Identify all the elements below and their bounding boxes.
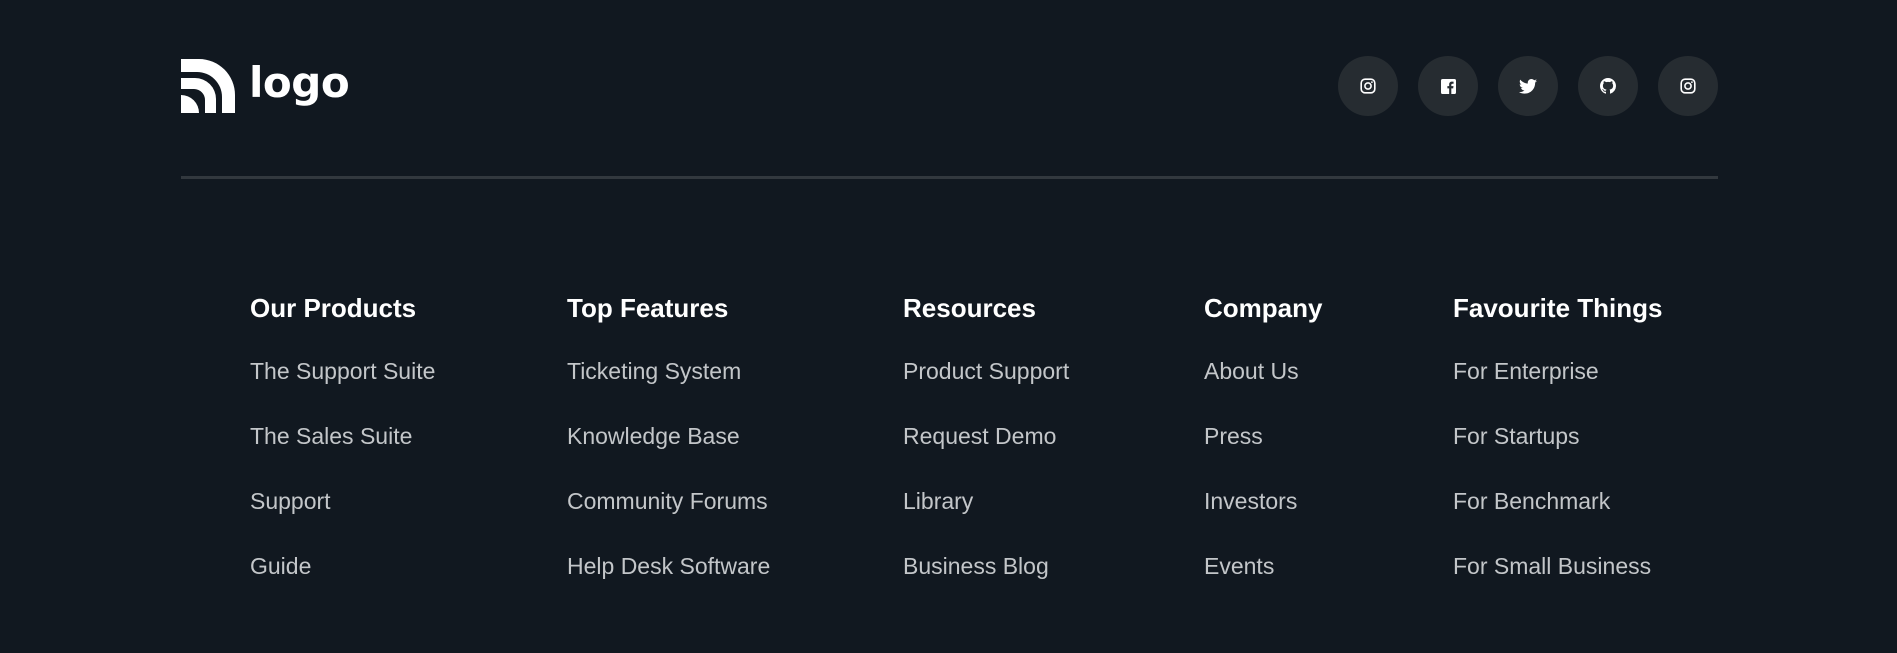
column-title: Resources [903, 293, 1036, 323]
footer-link[interactable]: The Sales Suite [250, 420, 435, 453]
footer-link[interactable]: Product Support [903, 355, 1069, 388]
footer-link[interactable]: Knowledge Base [567, 420, 770, 453]
instagram-button[interactable] [1338, 56, 1398, 116]
github-button[interactable] [1578, 56, 1638, 116]
footer-column-company: Company About Us Press Investors Events [1204, 290, 1322, 583]
instagram-icon [1680, 78, 1696, 94]
link-list: For Enterprise For Startups For Benchmar… [1453, 355, 1662, 583]
footer-link[interactable]: The Support Suite [250, 355, 435, 388]
footer-link[interactable]: For Startups [1453, 420, 1662, 453]
logo-icon [181, 59, 235, 113]
footer-link[interactable]: Investors [1204, 485, 1322, 518]
footer-link[interactable]: About Us [1204, 355, 1322, 388]
column-title: Our Products [250, 293, 417, 323]
link-list: The Support Suite The Sales Suite Suppor… [250, 355, 435, 583]
logo-link[interactable]: logo [181, 58, 350, 113]
footer-link[interactable]: For Small Business [1453, 550, 1662, 583]
footer-link[interactable]: Business Blog [903, 550, 1069, 583]
footer-link[interactable]: Request Demo [903, 420, 1069, 453]
social-links [1338, 56, 1718, 116]
footer-link[interactable]: Ticketing System [567, 355, 770, 388]
facebook-icon [1440, 78, 1456, 94]
footer-column-favourite-things: Favourite Things For Enterprise For Star… [1453, 290, 1662, 583]
footer-link[interactable]: Community Forums [567, 485, 770, 518]
facebook-button[interactable] [1418, 56, 1478, 116]
footer-link[interactable]: For Benchmark [1453, 485, 1662, 518]
instagram-button-2[interactable] [1658, 56, 1718, 116]
footer-column-top-features: Top Features Ticketing System Knowledge … [567, 290, 770, 583]
github-icon [1600, 78, 1616, 94]
footer-link[interactable]: Help Desk Software [567, 550, 770, 583]
column-title: Favourite Things [1453, 293, 1663, 323]
footer-link[interactable]: Support [250, 485, 435, 518]
footer-column-resources: Resources Product Support Request Demo L… [903, 290, 1069, 583]
footer-divider [181, 176, 1718, 179]
link-list: About Us Press Investors Events [1204, 355, 1322, 583]
link-list: Ticketing System Knowledge Base Communit… [567, 355, 770, 583]
footer-link[interactable]: Library [903, 485, 1069, 518]
column-title: Top Features [567, 293, 729, 323]
footer-link[interactable]: Events [1204, 550, 1322, 583]
twitter-button[interactable] [1498, 56, 1558, 116]
footer-link[interactable]: Guide [250, 550, 435, 583]
link-list: Product Support Request Demo Library Bus… [903, 355, 1069, 583]
instagram-icon [1360, 78, 1376, 94]
footer-link[interactable]: Press [1204, 420, 1322, 453]
column-title: Company [1204, 293, 1323, 323]
twitter-icon [1519, 78, 1537, 94]
footer-link[interactable]: For Enterprise [1453, 355, 1662, 388]
footer-column-our-products: Our Products The Support Suite The Sales… [250, 290, 435, 583]
logo-text: logo [249, 58, 350, 107]
site-footer: logo Our Products The Support Suite The … [0, 0, 1897, 653]
